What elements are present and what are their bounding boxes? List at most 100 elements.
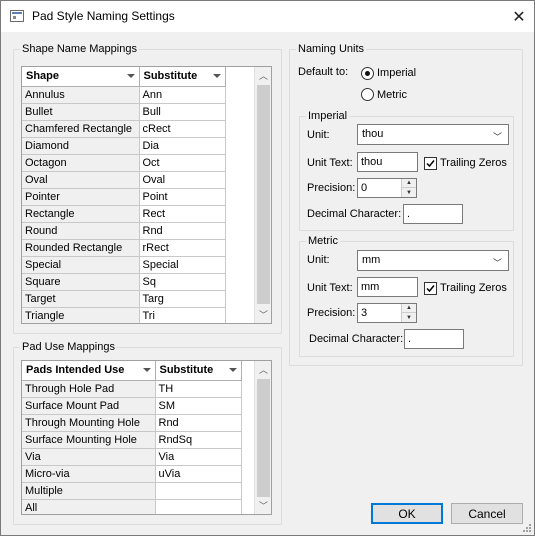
imperial-radio-label[interactable]: Imperial (377, 67, 416, 79)
substitute-cell[interactable]: Rnd (139, 222, 226, 240)
shape-row[interactable]: Pointer Point (22, 188, 226, 206)
spin-down-icon[interactable]: ▼ (402, 188, 416, 197)
pads-intended-use-column-header[interactable]: Pads Intended Use (22, 361, 156, 381)
resize-grip-icon[interactable] (522, 523, 532, 533)
metric-radio-label[interactable]: Metric (377, 89, 407, 101)
shape-row[interactable]: Diamond Dia (22, 137, 226, 155)
paduse-row[interactable]: Through Mounting Hole Rnd (22, 414, 242, 432)
scroll-up-icon[interactable]: ︿ (255, 67, 271, 84)
paduse-name-cell: Via (22, 448, 156, 466)
shape-row[interactable]: Square Sq (22, 273, 226, 291)
substitute-cell[interactable]: uVia (155, 465, 242, 483)
imperial-trailing-zeros-label[interactable]: Trailing Zeros (440, 157, 507, 169)
imperial-radio[interactable] (361, 67, 374, 80)
substitute-cell[interactable]: Ann (139, 86, 226, 104)
spin-up-icon[interactable]: ▲ (402, 179, 416, 188)
filter-dropdown-icon[interactable] (142, 368, 151, 372)
paduse-row[interactable]: Surface Mounting Hole RndSq (22, 431, 242, 449)
paduse-row[interactable]: Via Via (22, 448, 242, 466)
scroll-up-icon[interactable]: ︿ (255, 361, 271, 378)
close-icon[interactable]: ✕ (504, 1, 534, 32)
scroll-down-icon[interactable]: ﹀ (255, 306, 271, 323)
substitute-cell[interactable]: Tri (139, 307, 226, 323)
substitute-cell[interactable]: Rnd (155, 414, 242, 432)
imperial-precision-spinner[interactable]: 0 ▲ ▼ (357, 178, 417, 198)
substitute-cell[interactable]: SM (155, 397, 242, 415)
chevron-down-icon: ﹀ (492, 132, 502, 142)
metric-decimal-label: Decimal Character: (309, 333, 404, 345)
metric-unit-text-label: Unit Text: (307, 282, 353, 294)
substitute-cell[interactable]: Point (139, 188, 226, 206)
shape-row[interactable]: Rectangle Rect (22, 205, 226, 223)
metric-radio[interactable] (361, 88, 374, 101)
shape-row[interactable]: Oval Oval (22, 171, 226, 189)
shape-column-header[interactable]: Shape (22, 67, 140, 87)
shape-name-cell: Diamond (22, 137, 140, 155)
substitute-cell[interactable]: Oval (139, 171, 226, 189)
substitute-column-label: Substitute (143, 70, 198, 83)
metric-trailing-zeros-checkbox[interactable] (424, 282, 437, 295)
paduse-row[interactable]: All (22, 499, 242, 514)
substitute-cell[interactable]: Targ (139, 290, 226, 308)
paduse-row[interactable]: Through Hole Pad TH (22, 380, 242, 398)
paduse-name-cell: Surface Mount Pad (22, 397, 156, 415)
imperial-trailing-zeros-checkbox[interactable] (424, 157, 437, 170)
filter-dropdown-icon[interactable] (228, 368, 237, 372)
cancel-button[interactable]: Cancel (451, 503, 523, 524)
metric-unit-text-input[interactable]: mm (357, 277, 418, 297)
paduse-row[interactable]: Surface Mount Pad SM (22, 397, 242, 415)
imperial-unit-dropdown[interactable]: thou ﹀ (357, 124, 509, 145)
substitute-cell[interactable]: rRect (139, 239, 226, 257)
filter-dropdown-icon[interactable] (212, 74, 221, 78)
filter-dropdown-icon[interactable] (126, 74, 135, 78)
shape-row[interactable]: Triangle Tri (22, 307, 226, 323)
imperial-decimal-label: Decimal Character: (307, 208, 402, 220)
shape-row[interactable]: Octagon Oct (22, 154, 226, 172)
substitute-cell[interactable]: cRect (139, 120, 226, 138)
imperial-unit-label: Unit: (307, 129, 330, 141)
substitute-column-header[interactable]: Substitute (155, 361, 242, 381)
scroll-down-icon[interactable]: ﹀ (255, 497, 271, 514)
scroll-thumb[interactable] (257, 85, 270, 304)
metric-precision-spinner[interactable]: 3 ▲ ▼ (357, 303, 417, 323)
substitute-cell[interactable]: TH (155, 380, 242, 398)
shape-row[interactable]: Annulus Ann (22, 86, 226, 104)
substitute-cell[interactable]: Rect (139, 205, 226, 223)
substitute-cell[interactable] (155, 499, 242, 514)
shape-row[interactable]: Special Special (22, 256, 226, 274)
shape-name-cell: Round (22, 222, 140, 240)
imperial-decimal-input[interactable]: . (403, 204, 463, 224)
shape-row[interactable]: Bullet Bull (22, 103, 226, 121)
shape-mappings-grid[interactable]: Shape Substitute Annulus Ann Bullet Bull Cha… (21, 66, 272, 324)
shape-row[interactable]: Chamfered Rectangle cRect (22, 120, 226, 138)
substitute-cell[interactable]: Sq (139, 273, 226, 291)
paduse-grid-scrollbar[interactable]: ︿ ﹀ (254, 361, 271, 514)
metric-trailing-zeros-label[interactable]: Trailing Zeros (440, 282, 507, 294)
substitute-cell[interactable]: Via (155, 448, 242, 466)
shape-row[interactable]: Round Rnd (22, 222, 226, 240)
substitute-column-header[interactable]: Substitute (139, 67, 226, 87)
shape-row[interactable]: Rounded Rectangle rRect (22, 239, 226, 257)
substitute-cell[interactable]: Special (139, 256, 226, 274)
paduse-row[interactable]: Micro-via uVia (22, 465, 242, 483)
spin-down-icon[interactable]: ▼ (402, 313, 416, 322)
shape-grid-scrollbar[interactable]: ︿ ﹀ (254, 67, 271, 323)
imperial-unit-text-input[interactable]: thou (357, 152, 418, 172)
metric-unit-dropdown[interactable]: mm ﹀ (357, 250, 509, 271)
shape-name-cell: Bullet (22, 103, 140, 121)
substitute-cell[interactable]: Dia (139, 137, 226, 155)
shape-table: Shape Substitute Annulus Ann Bullet Bull Cha… (22, 67, 226, 323)
paduse-group-legend: Pad Use Mappings (22, 341, 115, 353)
paduse-row[interactable]: Multiple (22, 482, 242, 500)
shape-row[interactable]: Target Targ (22, 290, 226, 308)
scroll-thumb[interactable] (257, 379, 270, 497)
substitute-cell[interactable]: RndSq (155, 431, 242, 449)
metric-decimal-input[interactable]: . (404, 329, 464, 349)
substitute-cell[interactable] (155, 482, 242, 500)
app-icon (10, 10, 24, 22)
substitute-cell[interactable]: Bull (139, 103, 226, 121)
ok-button[interactable]: OK (371, 503, 443, 524)
pad-use-mappings-grid[interactable]: Pads Intended Use Substitute Through Hol… (21, 360, 272, 515)
substitute-cell[interactable]: Oct (139, 154, 226, 172)
spin-up-icon[interactable]: ▲ (402, 304, 416, 313)
